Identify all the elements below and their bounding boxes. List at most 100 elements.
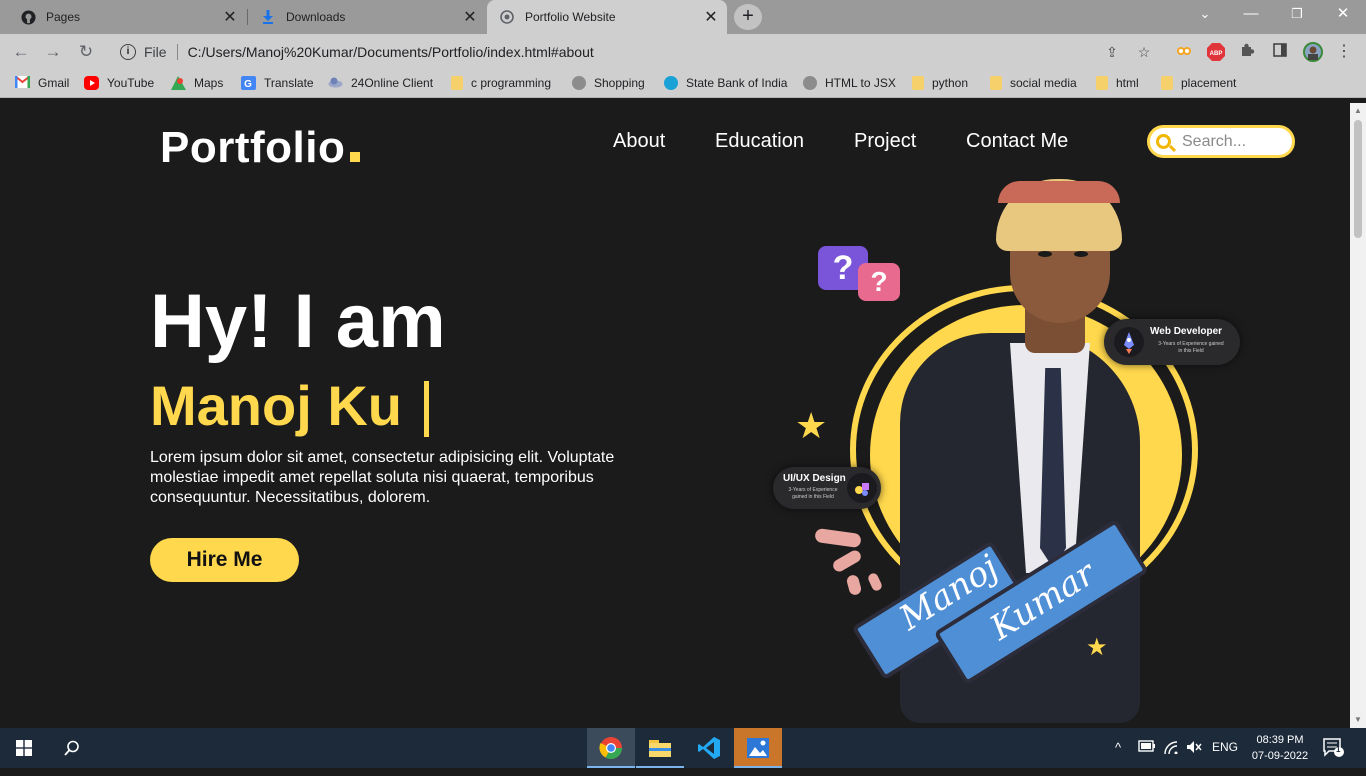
- globe-icon: [499, 9, 515, 25]
- vscode-icon[interactable]: [685, 728, 733, 768]
- gmail-icon: [14, 75, 31, 90]
- side-panel-icon[interactable]: [1271, 43, 1289, 61]
- bookmark-label: Translate: [264, 76, 314, 90]
- volume-muted-icon[interactable]: [1186, 740, 1202, 757]
- language-indicator[interactable]: ENG: [1212, 740, 1238, 754]
- web-developer-badge: Web Developer 3-Years of Experience gain…: [1104, 319, 1240, 365]
- badge-title: UI/UX Design: [783, 473, 846, 484]
- sbi-icon: [664, 76, 678, 90]
- svg-text:G: G: [244, 79, 252, 90]
- scroll-up-icon[interactable]: ▲: [1354, 106, 1362, 115]
- bookmark-label: YouTube: [107, 76, 155, 90]
- nav-about[interactable]: About: [613, 130, 665, 153]
- bookmark-label: State Bank of India: [686, 76, 788, 90]
- bookmark-label: c programming: [471, 76, 552, 90]
- bookmark-html[interactable]: html: [1096, 76, 1139, 90]
- file-explorer-icon[interactable]: [636, 728, 684, 768]
- star-icon: ★: [795, 405, 828, 446]
- bookmark-label: html: [1116, 76, 1139, 90]
- wifi-icon[interactable]: [1163, 740, 1179, 757]
- notification-icon[interactable]: 1: [1323, 738, 1345, 761]
- site-logo[interactable]: Portfolio: [160, 123, 345, 173]
- hire-me-button[interactable]: Hire Me: [150, 538, 299, 582]
- info-icon[interactable]: i: [120, 44, 136, 60]
- bookmark-label: python: [932, 76, 969, 90]
- chrome-taskbar-icon[interactable]: [587, 728, 635, 768]
- clock-date: 07-09-2022: [1251, 750, 1309, 762]
- tab-pages[interactable]: Pages ✕: [0, 0, 246, 34]
- cloud-icon: [328, 76, 343, 90]
- translate-icon: G: [241, 76, 256, 90]
- bookmark-translate[interactable]: G Translate: [241, 76, 314, 90]
- question-bubble-icon: ?: [858, 263, 900, 301]
- petal-shape: [866, 571, 884, 593]
- nav-education[interactable]: Education: [715, 130, 804, 153]
- badge-subtitle: 3-Years of Experience gained in this Fie…: [788, 487, 838, 500]
- chevron-up-icon[interactable]: ^: [1115, 740, 1121, 755]
- star-icon: ★: [1086, 634, 1108, 661]
- close-icon[interactable]: ✕: [460, 7, 480, 27]
- badge-subtitle: 3-Years of Experience gained in this Fie…: [1158, 341, 1224, 354]
- system-clock[interactable]: 08:39 PM 07-09-2022: [1250, 732, 1310, 764]
- nav-contact-me[interactable]: Contact Me: [966, 130, 1068, 153]
- windows-start-icon[interactable]: [0, 728, 48, 768]
- reload-button[interactable]: ↻: [75, 41, 97, 63]
- share-icon[interactable]: ⇪: [1103, 43, 1121, 61]
- bookmark-maps[interactable]: Maps: [171, 76, 223, 90]
- windows-taskbar: ^ ENG 08:39 PM 07-09-2022 1: [0, 728, 1366, 768]
- bookmark-shopping[interactable]: Shopping: [572, 76, 645, 90]
- close-window-button[interactable]: ✕: [1320, 0, 1366, 30]
- tab-title: Downloads: [286, 10, 346, 24]
- notification-count: 1: [1336, 745, 1341, 754]
- tab-strip: Pages ✕ Downloads ✕ Portfolio Website ✕ …: [0, 0, 1366, 34]
- close-icon[interactable]: ✕: [220, 7, 240, 27]
- bookmark-sbi[interactable]: State Bank of India: [664, 76, 787, 90]
- new-tab-button[interactable]: +: [734, 4, 762, 30]
- bookmark-c-programming[interactable]: c programming: [451, 76, 551, 90]
- search-input[interactable]: [1182, 130, 1288, 154]
- page-scrollbar[interactable]: ▲ ▼: [1350, 103, 1366, 728]
- folder-icon: [912, 76, 924, 90]
- address-bar[interactable]: i File C:/Users/Manoj%20Kumar/Documents/…: [108, 38, 1168, 66]
- petal-shape: [814, 527, 862, 549]
- tab-search-icon[interactable]: ⌄: [1182, 0, 1228, 30]
- bookmark-label: Shopping: [594, 76, 645, 90]
- close-icon[interactable]: ✕: [701, 7, 721, 27]
- adblock-icon[interactable]: ABP: [1207, 43, 1225, 61]
- folder-icon: [990, 76, 1002, 90]
- battery-icon[interactable]: [1138, 740, 1156, 755]
- bookmark-youtube[interactable]: YouTube: [84, 76, 154, 90]
- divider: [176, 44, 178, 60]
- bookmark-label: HTML to JSX: [825, 76, 896, 90]
- badge-title: Web Developer: [1150, 326, 1223, 337]
- minimize-button[interactable]: —: [1228, 0, 1274, 30]
- bookmark-star-icon[interactable]: ☆: [1135, 43, 1153, 61]
- rocket-icon: [1114, 327, 1144, 357]
- beanie-stripe: [998, 181, 1120, 203]
- scroll-thumb[interactable]: [1354, 120, 1362, 238]
- nav-project[interactable]: Project: [854, 130, 916, 153]
- menu-kebab-icon[interactable]: ⋮: [1335, 43, 1353, 61]
- bookmark-gmail[interactable]: Gmail: [14, 75, 70, 90]
- puzzle-icon[interactable]: [1239, 43, 1257, 61]
- forward-button[interactable]: →: [42, 41, 64, 63]
- globe-icon: [803, 76, 817, 90]
- bookmark-label: placement: [1181, 76, 1237, 90]
- bookmark-placement[interactable]: placement: [1161, 76, 1236, 90]
- profile-avatar[interactable]: [1303, 42, 1323, 62]
- bookmark-label: Gmail: [38, 76, 70, 90]
- back-button[interactable]: ←: [10, 41, 32, 63]
- search-box[interactable]: [1147, 125, 1295, 158]
- bookmark-html-to-jsx[interactable]: HTML to JSX: [803, 76, 896, 90]
- scroll-down-icon[interactable]: ▼: [1354, 715, 1362, 724]
- restore-button[interactable]: ❐: [1274, 0, 1320, 30]
- bookmark-24online[interactable]: 24Online Client: [328, 76, 433, 90]
- search-icon[interactable]: [48, 728, 96, 768]
- petal-shape: [845, 573, 863, 597]
- tab-portfolio[interactable]: Portfolio Website ✕: [487, 0, 727, 34]
- bookmark-social-media[interactable]: social media: [990, 76, 1077, 90]
- photos-app-icon[interactable]: [734, 728, 782, 768]
- tab-downloads[interactable]: Downloads ✕: [248, 0, 486, 34]
- owl-extension-icon[interactable]: [1175, 43, 1193, 61]
- bookmark-python[interactable]: python: [912, 76, 968, 90]
